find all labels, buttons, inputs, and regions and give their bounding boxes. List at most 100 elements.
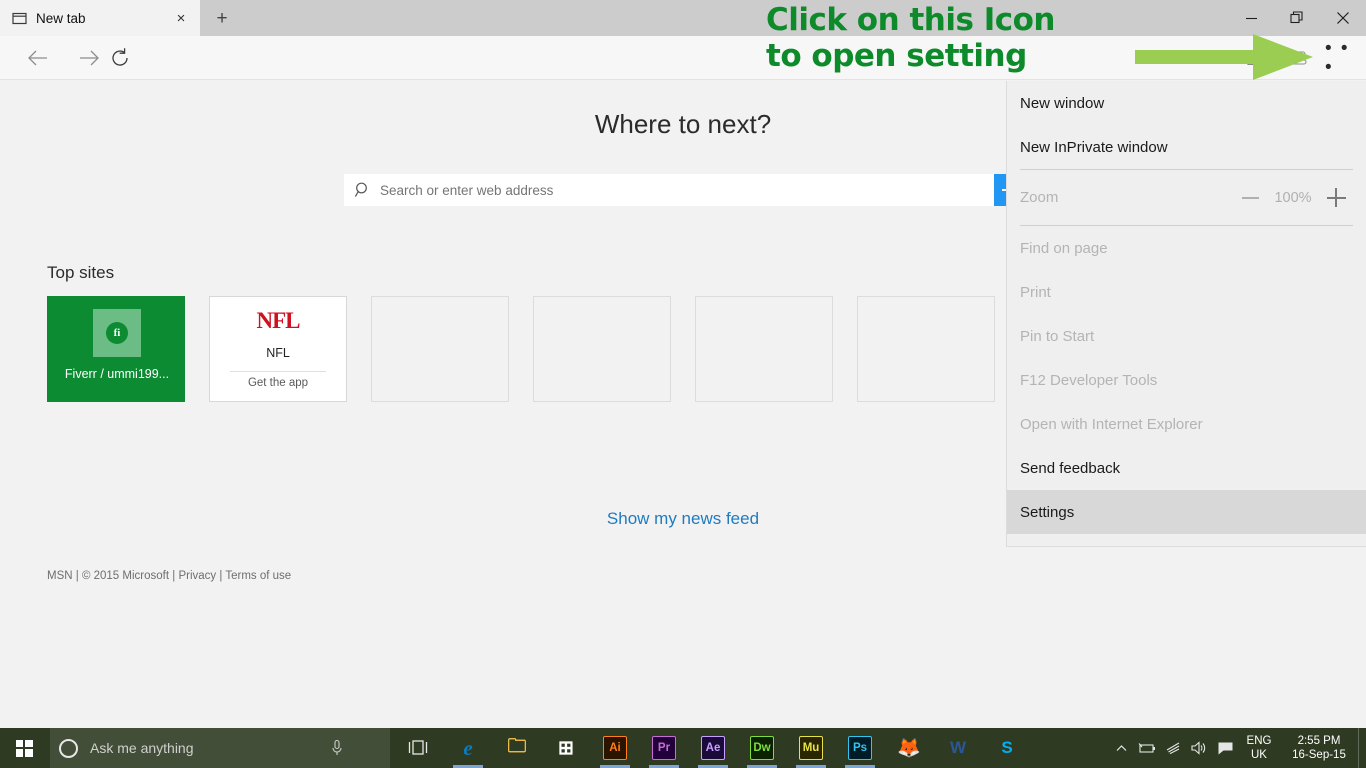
tile-fiverr[interactable]: fi Fiverr / ummi199... (47, 296, 185, 402)
menu-item-settings[interactable]: Settings (1007, 490, 1366, 534)
show-hidden-icons-chevron[interactable] (1108, 728, 1134, 768)
app-icon: 🦊 (897, 736, 921, 760)
taskbar-app-adobe-muse[interactable]: Mu (787, 728, 835, 768)
app-icon: Pr (652, 736, 676, 760)
footer-privacy-link[interactable]: Privacy (178, 570, 216, 582)
cortana-search-box[interactable]: Ask me anything (50, 728, 390, 768)
minimize-button[interactable] (1228, 0, 1274, 36)
taskbar-app-file-explorer[interactable]: 🗀 (493, 728, 541, 768)
tab-new-tab[interactable]: New tab × (0, 0, 200, 36)
annotation-text: Click on this Icon to open setting (766, 2, 1055, 74)
tab-title: New tab (36, 11, 170, 26)
taskbar-app-microsoft-edge[interactable]: e (444, 728, 492, 768)
menu-item-new-inprivate-window[interactable]: New InPrivate window (1007, 125, 1366, 169)
start-button[interactable] (0, 728, 48, 768)
search-icon (354, 181, 372, 199)
taskbar-app-adobe-premiere-pro[interactable]: Pr (640, 728, 688, 768)
zoom-in-button[interactable] (1319, 181, 1353, 215)
app-icon: Mu (799, 736, 823, 760)
taskbar-app-skype[interactable]: S (983, 728, 1031, 768)
window-icon (12, 11, 27, 26)
tile-empty[interactable] (533, 296, 671, 402)
taskbar-app-adobe-illustrator[interactable]: Ai (591, 728, 639, 768)
menu-item-pin-to-start[interactable]: Pin to Start (1007, 314, 1366, 358)
maximize-button[interactable] (1274, 0, 1320, 36)
green-arrow-pointer (1135, 34, 1315, 85)
zoom-level-value: 100% (1267, 190, 1319, 206)
tile-label: NFL (210, 346, 346, 360)
app-icon: W (946, 736, 970, 760)
language-indicator[interactable]: ENG UK (1238, 728, 1280, 768)
close-button[interactable] (1320, 0, 1366, 36)
menu-item-find-on-page[interactable]: Find on page (1007, 226, 1366, 270)
task-view-button[interactable] (398, 728, 438, 768)
zoom-out-button[interactable] (1233, 181, 1267, 215)
footer: MSN | © 2015 Microsoft | Privacy | Terms… (47, 570, 291, 582)
battery-icon[interactable] (1134, 728, 1160, 768)
edge-more-menu: New window New InPrivate window Zoom 100… (1006, 81, 1366, 547)
system-tray: ENG UK 2:55 PM 16-Sep-15 (1108, 728, 1366, 768)
cortana-placeholder: Ask me anything (90, 740, 194, 756)
language-line-1: ENG (1247, 734, 1272, 748)
fiverr-icon: fi (106, 322, 128, 344)
microphone-icon[interactable] (330, 739, 344, 762)
language-line-2: UK (1251, 748, 1267, 762)
get-the-app-link[interactable]: Get the app (210, 377, 346, 389)
taskbar-app-microsoft-word[interactable]: W (934, 728, 982, 768)
search-bar (344, 174, 1022, 206)
edge-browser-window: New tab × + (0, 0, 1366, 728)
taskbar-app-adobe-dreamweaver[interactable]: Dw (738, 728, 786, 768)
tab-strip: New tab × + (0, 0, 1366, 36)
app-icon: Ae (701, 736, 725, 760)
menu-item-send-feedback[interactable]: Send feedback (1007, 446, 1366, 490)
app-icon: 🗀 (505, 736, 529, 760)
taskbar-app-adobe-photoshop[interactable]: Ps (836, 728, 884, 768)
windows-logo-icon (16, 740, 33, 757)
menu-item-new-window[interactable]: New window (1007, 81, 1366, 125)
windows-taskbar: Ask me anything e 🗀 ⊞ Ai Pr Ae Dw Mu Ps 🦊 W S (0, 728, 1366, 768)
screen: New tab × + (0, 0, 1366, 768)
app-icon: S (995, 736, 1019, 760)
tile-empty[interactable] (695, 296, 833, 402)
app-icon: Ps (848, 736, 872, 760)
refresh-icon[interactable] (102, 40, 138, 76)
taskbar-app-adobe-after-effects[interactable]: Ae (689, 728, 737, 768)
taskbar-app-mozilla-firefox[interactable]: 🦊 (885, 728, 933, 768)
volume-icon[interactable] (1186, 728, 1212, 768)
app-icon: e (456, 736, 480, 760)
clock[interactable]: 2:55 PM 16-Sep-15 (1280, 728, 1358, 768)
tile-label: Fiverr / ummi199... (48, 367, 186, 381)
menu-item-f12-developer-tools[interactable]: F12 Developer Tools (1007, 358, 1366, 402)
footer-msn: MSN | (47, 570, 79, 582)
clock-date: 16-Sep-15 (1292, 748, 1346, 762)
app-icon: Ai (603, 736, 627, 760)
menu-item-print[interactable]: Print (1007, 270, 1366, 314)
clock-time: 2:55 PM (1298, 734, 1341, 748)
tile-empty[interactable] (857, 296, 995, 402)
footer-sep: | (172, 570, 175, 582)
taskbar-app-microsoft-store[interactable]: ⊞ (542, 728, 590, 768)
action-center-icon[interactable] (1212, 728, 1238, 768)
nfl-logo-icon: NFL (210, 308, 346, 334)
tab-close-icon[interactable]: × (170, 7, 192, 29)
tile-empty[interactable] (371, 296, 509, 402)
annotation-line-2: to open setting (766, 38, 1055, 74)
fiverr-badge: fi (93, 309, 141, 357)
new-tab-button[interactable]: + (200, 0, 244, 36)
show-desktop-button[interactable] (1358, 728, 1366, 768)
app-icon: ⊞ (554, 736, 578, 760)
top-sites-heading: Top sites (47, 263, 114, 283)
divider (230, 371, 326, 372)
footer-sep: | (219, 570, 222, 582)
search-input[interactable] (380, 183, 980, 198)
annotation-line-1: Click on this Icon (766, 2, 1055, 38)
search-box[interactable] (344, 174, 994, 206)
menu-item-zoom: Zoom 100% (1007, 170, 1366, 225)
more-actions-icon[interactable]: • • • (1325, 40, 1361, 76)
tile-nfl[interactable]: NFL NFL Get the app (209, 296, 347, 402)
footer-terms-link[interactable]: Terms of use (225, 570, 291, 582)
footer-copyright: © 2015 Microsoft (82, 570, 169, 582)
wifi-icon[interactable] (1160, 728, 1186, 768)
back-arrow-icon[interactable] (20, 40, 56, 76)
menu-item-open-with-internet-explorer[interactable]: Open with Internet Explorer (1007, 402, 1366, 446)
